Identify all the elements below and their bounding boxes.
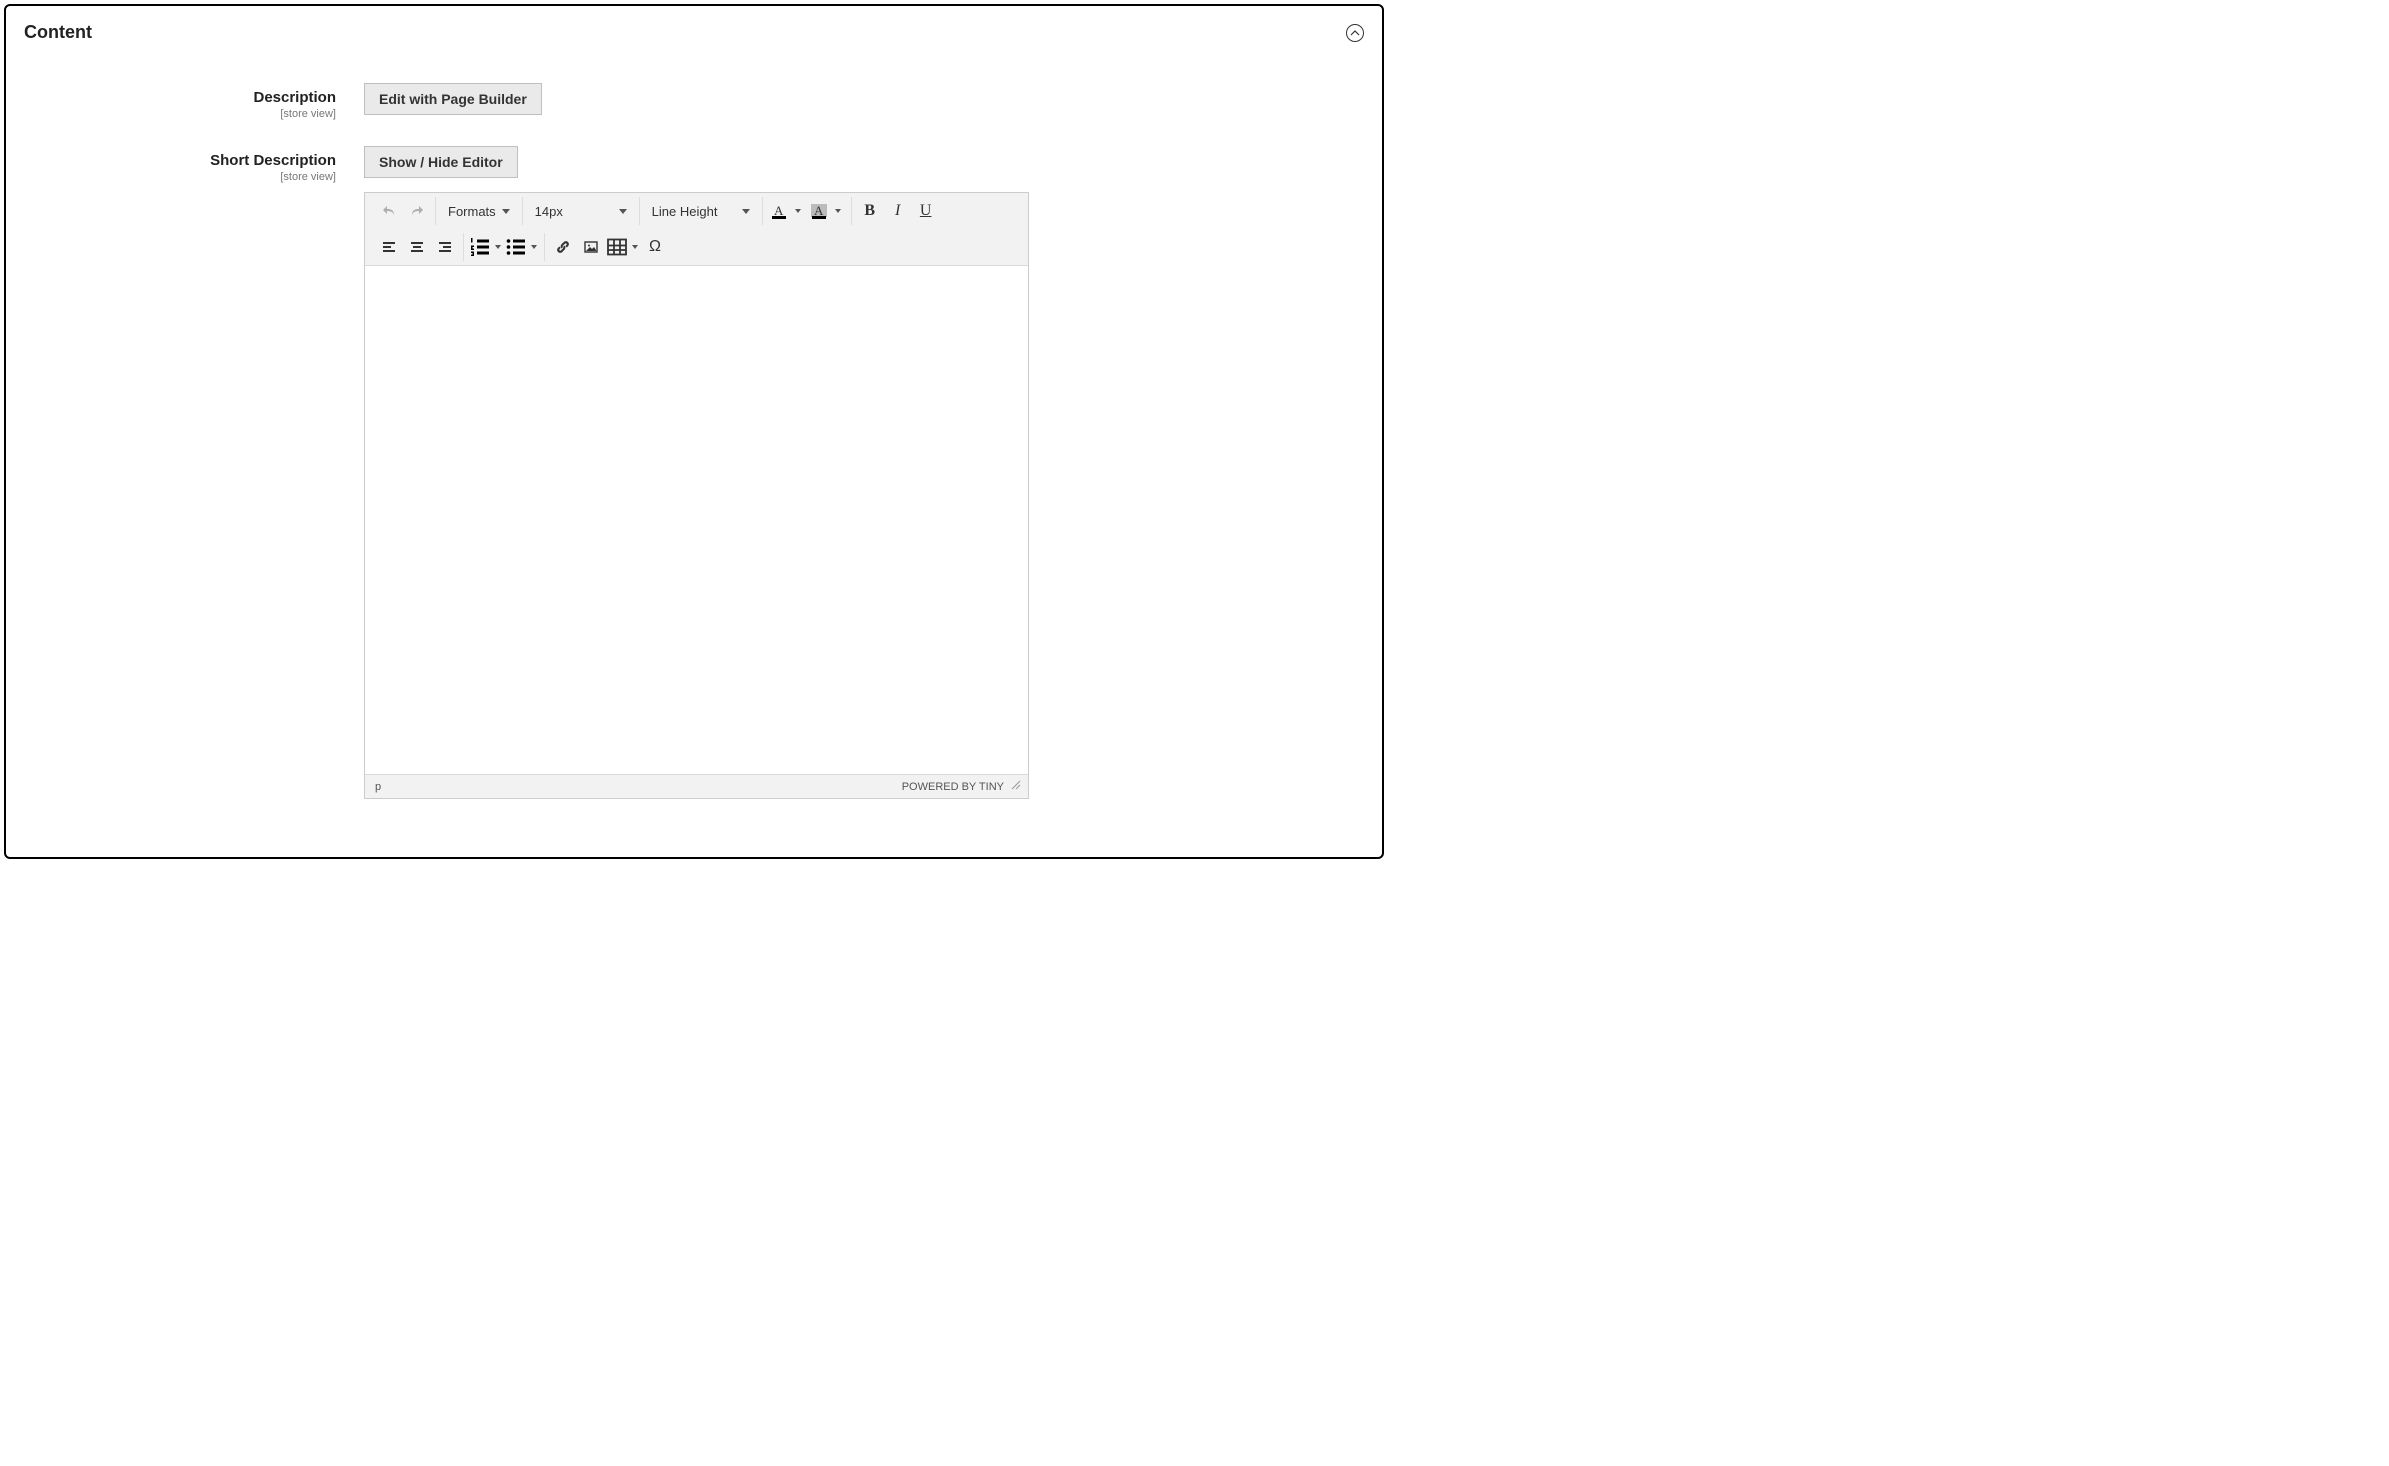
bullet-list-icon <box>504 235 528 259</box>
insert-table-dropdown[interactable] <box>629 234 641 260</box>
align-center-icon <box>409 239 425 255</box>
content-panel: Content Description [store view] Edit wi… <box>4 4 1384 859</box>
panel-header: Content <box>24 22 1364 43</box>
caret-down-icon <box>531 245 537 249</box>
short-description-scope: [store view] <box>24 171 336 183</box>
numbered-list-dropdown[interactable] <box>492 234 504 260</box>
formats-label: Formats <box>448 204 496 219</box>
italic-button[interactable]: I <box>884 198 912 224</box>
toolbar-row-2: Ω <box>365 229 1028 265</box>
short-description-value-col: Show / Hide Editor <box>364 146 1029 799</box>
underline-button[interactable]: U <box>912 198 940 224</box>
panel-title: Content <box>24 22 92 43</box>
caret-down-icon <box>619 209 627 214</box>
caret-down-icon <box>495 245 501 249</box>
redo-button[interactable] <box>403 198 431 224</box>
background-color-dropdown[interactable] <box>831 201 845 221</box>
short-description-field-row: Short Description [store view] Show / Hi… <box>24 146 1364 799</box>
align-right-icon <box>437 239 453 255</box>
short-description-label: Short Description <box>24 152 336 169</box>
insert-image-button[interactable] <box>577 234 605 260</box>
description-scope: [store view] <box>24 108 336 120</box>
align-right-button[interactable] <box>431 234 459 260</box>
undo-icon <box>381 203 397 219</box>
edit-with-page-builder-button[interactable]: Edit with Page Builder <box>364 83 542 115</box>
powered-by-label[interactable]: POWERED BY TINY <box>902 781 1004 793</box>
bullet-list-button[interactable] <box>504 234 540 260</box>
bullet-list-dropdown[interactable] <box>528 234 540 260</box>
resize-grip-icon <box>1010 779 1022 791</box>
wysiwyg-editor: Formats 14px Line He <box>364 192 1029 799</box>
formats-select[interactable]: Formats <box>440 198 518 224</box>
editor-statusbar: p POWERED BY TINY <box>365 774 1028 798</box>
numbered-list-button[interactable] <box>468 234 504 260</box>
align-left-icon <box>381 239 397 255</box>
numbered-list-icon <box>468 235 492 259</box>
show-hide-editor-button[interactable]: Show / Hide Editor <box>364 146 518 178</box>
resize-handle[interactable] <box>1010 779 1022 794</box>
link-icon <box>555 239 571 255</box>
table-icon <box>605 235 629 259</box>
caret-down-icon <box>795 209 801 213</box>
caret-down-icon <box>632 245 638 249</box>
undo-button[interactable] <box>375 198 403 224</box>
caret-down-icon <box>502 209 510 214</box>
toolbar-row-1: Formats 14px Line He <box>365 193 1028 229</box>
description-label-col: Description [store view] <box>24 83 364 120</box>
text-color-button[interactable]: A <box>767 201 807 221</box>
insert-link-button[interactable] <box>549 234 577 260</box>
bg-color-letter: A <box>814 203 823 219</box>
chevron-up-icon <box>1350 28 1360 38</box>
line-height-label: Line Height <box>652 204 718 219</box>
editor-toolbar: Formats 14px Line He <box>365 193 1028 266</box>
line-height-select[interactable]: Line Height <box>644 198 758 224</box>
bold-button[interactable]: B <box>856 198 884 224</box>
description-field-row: Description [store view] Edit with Page … <box>24 83 1364 120</box>
description-label: Description <box>24 89 336 106</box>
font-size-select[interactable]: 14px <box>527 198 635 224</box>
font-size-value: 14px <box>535 204 563 219</box>
caret-down-icon <box>835 209 841 213</box>
align-center-button[interactable] <box>403 234 431 260</box>
caret-down-icon <box>742 209 750 214</box>
collapse-toggle[interactable] <box>1346 24 1364 42</box>
element-path[interactable]: p <box>375 781 381 793</box>
text-color-dropdown[interactable] <box>791 201 805 221</box>
text-color-letter: A <box>774 203 783 219</box>
align-left-button[interactable] <box>375 234 403 260</box>
special-character-button[interactable]: Ω <box>641 234 669 260</box>
editor-content-area[interactable] <box>365 266 1028 774</box>
short-description-label-col: Short Description [store view] <box>24 146 364 183</box>
image-icon <box>583 239 599 255</box>
insert-table-button[interactable] <box>605 234 641 260</box>
background-color-button[interactable]: A <box>807 201 847 221</box>
description-value-col: Edit with Page Builder <box>364 83 542 115</box>
redo-icon <box>409 203 425 219</box>
omega-icon: Ω <box>649 238 661 256</box>
